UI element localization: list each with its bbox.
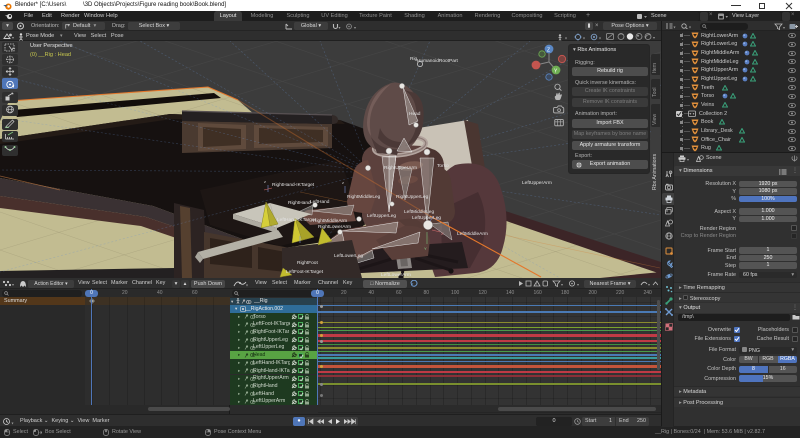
svg-text:▾: ▾ <box>599 35 601 40</box>
svg-text:RightLowerArm: RightLowerArm <box>318 224 351 230</box>
svg-text:LeftMiddleArm: LeftMiddleArm <box>457 231 488 237</box>
svg-text:Z: Z <box>547 48 550 54</box>
svg-text:LeftUpperLeg: LeftUpperLeg <box>367 213 396 219</box>
svg-text:z: z <box>264 179 266 184</box>
svg-text:▾: ▾ <box>783 25 785 30</box>
svg-text:!: ! <box>536 281 537 286</box>
svg-text:▾: ▾ <box>674 25 676 30</box>
svg-text:RightHand: RightHand <box>288 200 311 206</box>
svg-text:Torso: Torso <box>437 163 449 169</box>
svg-text:RightMiddleArm: RightMiddleArm <box>313 218 347 224</box>
svg-text:LeftHand: LeftHand <box>310 199 330 205</box>
svg-text:RightUpperLeg: RightUpperLeg <box>396 194 429 200</box>
svg-text:X: X <box>441 231 444 236</box>
svg-text:▾: ▾ <box>246 283 248 288</box>
svg-text:▾: ▾ <box>565 35 567 40</box>
svg-text:Y: Y <box>424 246 427 251</box>
svg-text:▾: ▾ <box>12 35 14 40</box>
svg-text:▾: ▾ <box>648 282 650 287</box>
svg-text:LeftUpperLeg: LeftUpperLeg <box>412 215 441 221</box>
svg-text:▾: ▾ <box>561 282 563 287</box>
svg-text:LeftLowerLeg: LeftLowerLeg <box>334 253 363 259</box>
svg-text:▾: ▾ <box>577 282 579 287</box>
svg-text:HumanoidRootPart: HumanoidRootPart <box>417 58 458 64</box>
svg-text:▾: ▾ <box>653 35 655 40</box>
svg-text:LeftHand-IKTarget: LeftHand-IKTarget <box>277 217 317 223</box>
svg-text:RightUpperArm: RightUpperArm <box>384 165 417 171</box>
svg-text:RightMiddleLeg: RightMiddleLeg <box>347 194 381 200</box>
svg-text:▾: ▾ <box>12 282 14 287</box>
svg-text:z: z <box>342 180 344 185</box>
svg-text:LeftMiddleLeg: LeftMiddleLeg <box>404 209 434 215</box>
svg-text:LeftUpperArm: LeftUpperArm <box>522 180 552 186</box>
svg-text:▾: ▾ <box>689 25 691 30</box>
svg-text:▾: ▾ <box>339 25 341 30</box>
svg-text:▾: ▾ <box>354 25 356 30</box>
svg-text:RightHand-IKTarget: RightHand-IKTarget <box>272 182 315 188</box>
svg-text:Head: Head <box>409 111 421 117</box>
svg-text:▾: ▾ <box>687 157 689 162</box>
svg-text:LeftFoot-IKTarget: LeftFoot-IKTarget <box>286 269 324 275</box>
svg-text:▾: ▾ <box>12 420 14 425</box>
svg-text:RightFoot: RightFoot <box>297 260 318 266</box>
svg-text:▾: ▾ <box>583 35 585 40</box>
